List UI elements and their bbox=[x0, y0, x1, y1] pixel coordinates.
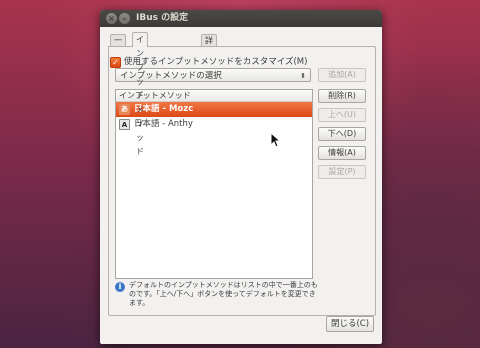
list-item[interactable]: あ 日本語 - Mozc bbox=[116, 102, 312, 117]
mozc-icon: あ bbox=[119, 104, 130, 115]
updown-arrows-icon: ⬍ bbox=[300, 72, 306, 80]
list-header[interactable]: インプットメソッド bbox=[116, 90, 312, 102]
add-button[interactable]: 追加(A) bbox=[318, 68, 366, 82]
ibus-settings-window: × – IBus の設定 一般 インプットメソッド 詳細 ✓使用するインプットメ… bbox=[100, 10, 382, 344]
move-up-button[interactable]: 上へ(U) bbox=[318, 108, 366, 122]
close-button[interactable]: 閉じる(C) bbox=[326, 316, 374, 332]
tab-input-method[interactable]: インプットメソッド bbox=[132, 32, 148, 156]
preferences-button[interactable]: 設定(P) bbox=[318, 165, 366, 179]
input-method-select[interactable]: インプットメソッドの選択 ⬍ bbox=[115, 68, 311, 82]
mouse-pointer-icon bbox=[270, 132, 282, 148]
info-icon: i bbox=[115, 282, 125, 292]
title-bar[interactable]: × – IBus の設定 bbox=[100, 10, 382, 27]
about-button[interactable]: 情報(A) bbox=[318, 146, 366, 160]
window-title: IBus の設定 bbox=[136, 13, 189, 23]
anthy-icon: A bbox=[119, 119, 130, 130]
close-window-icon[interactable]: × bbox=[106, 13, 117, 24]
remove-button[interactable]: 削除(R) bbox=[318, 89, 366, 103]
move-down-button[interactable]: 下へ(D) bbox=[318, 127, 366, 141]
customize-label: 使用するインプットメソッドをカスタマイズ(M) bbox=[124, 57, 308, 67]
customize-checkbox[interactable]: ✓ bbox=[110, 57, 121, 68]
minimize-window-icon[interactable]: – bbox=[119, 13, 130, 24]
info-text: デフォルトのインプットメソッドはリストの中で一番上のものです。「上へ/下へ」ボタ… bbox=[129, 281, 318, 307]
list-item[interactable]: A 日本語 - Anthy bbox=[116, 117, 312, 132]
input-method-list: インプットメソッド あ 日本語 - Mozc A 日本語 - Anthy bbox=[115, 89, 313, 279]
